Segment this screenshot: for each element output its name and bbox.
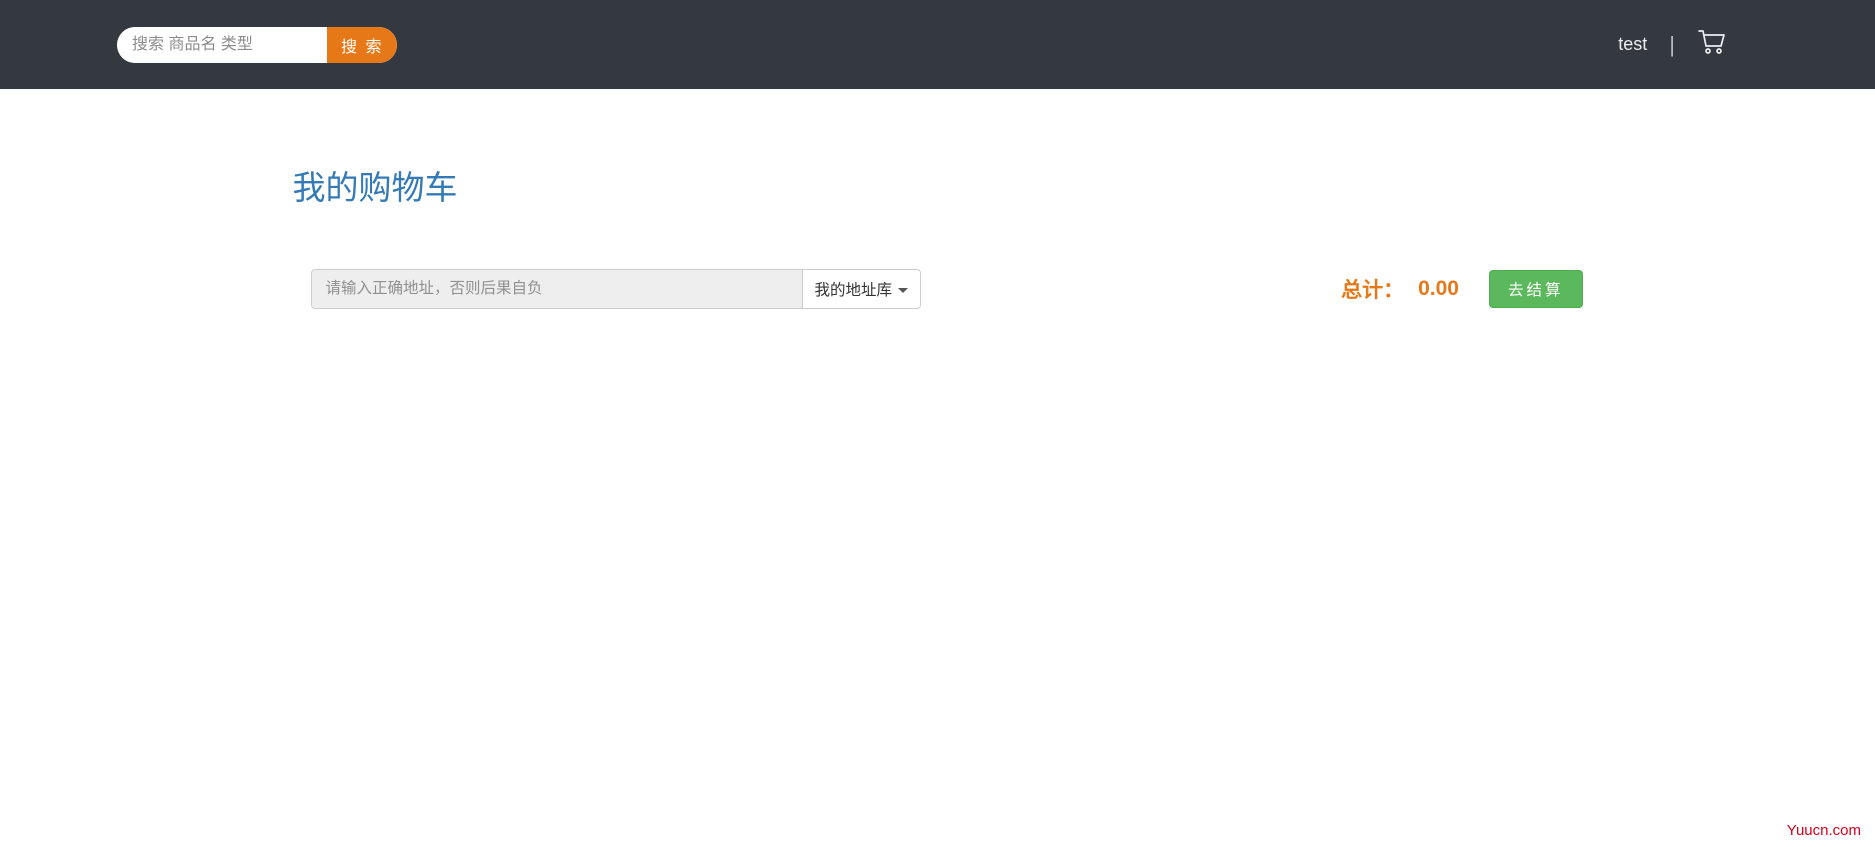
action-row: 我的地址库 总计： 0.00 去结算 — [293, 269, 1583, 309]
chevron-down-icon — [898, 288, 908, 293]
total-label: 总计： — [1341, 274, 1404, 304]
total-value: 0.00 — [1418, 277, 1459, 301]
search-button[interactable]: 搜 索 — [327, 27, 397, 63]
user-area: test | — [1618, 29, 1845, 60]
address-dropdown-label: 我的地址库 — [815, 278, 893, 300]
checkout-button[interactable]: 去结算 — [1489, 270, 1583, 308]
page-title: 我的购物车 — [293, 161, 1583, 209]
divider: | — [1669, 32, 1675, 58]
watermark: Yuucn.com — [1787, 822, 1861, 839]
header-bar: 搜 索 test | — [0, 0, 1875, 89]
user-name-link[interactable]: test — [1618, 34, 1647, 55]
address-input[interactable] — [311, 269, 803, 309]
address-dropdown[interactable]: 我的地址库 — [803, 269, 922, 309]
cart-icon[interactable] — [1697, 29, 1725, 60]
search-input[interactable] — [117, 27, 327, 63]
search-wrap: 搜 索 — [117, 27, 397, 63]
main-container: 我的购物车 我的地址库 总计： 0.00 去结算 — [263, 161, 1613, 309]
